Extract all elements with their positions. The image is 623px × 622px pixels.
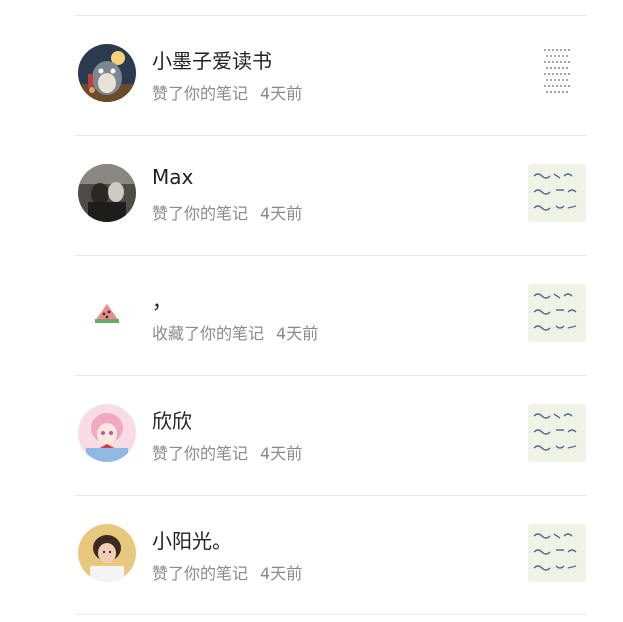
note-thumbnail[interactable]: [528, 404, 586, 462]
divider: [75, 614, 587, 615]
notification-meta: 收藏了你的笔记 4天前: [152, 320, 318, 344]
note-thumbnail[interactable]: [528, 524, 586, 582]
timestamp: 4天前: [260, 84, 303, 103]
notification-row[interactable]: 小墨子爱读书 赞了你的笔记 4天前: [0, 15, 623, 135]
child-photo-avatar-icon[interactable]: [78, 524, 136, 582]
action-text: 收藏了你的笔记: [152, 324, 265, 343]
watermelon-avatar-icon[interactable]: [78, 284, 136, 342]
note-thumbnail[interactable]: [528, 284, 586, 342]
timestamp: 4天前: [260, 564, 303, 583]
note-thumbnail[interactable]: [528, 164, 586, 222]
totoro-avatar-icon[interactable]: [78, 44, 136, 102]
photo-avatar-icon[interactable]: [78, 164, 136, 222]
action-text: 赞了你的笔记: [152, 204, 249, 223]
notification-list: 小墨子爱读书 赞了你的笔记 4天前 Max 赞了你的笔记 4天前 ， 收藏了你的…: [0, 0, 623, 622]
note-thumbnail[interactable]: [528, 44, 586, 102]
action-text: 赞了你的笔记: [152, 564, 249, 583]
user-name[interactable]: 小阳光。: [152, 525, 232, 554]
notification-row[interactable]: 欣欣 赞了你的笔记 4天前: [0, 375, 623, 495]
notification-meta: 赞了你的笔记 4天前: [152, 440, 302, 464]
notification-meta: 赞了你的笔记 4天前: [152, 200, 302, 224]
user-name[interactable]: ，: [152, 285, 172, 314]
notification-meta: 赞了你的笔记 4天前: [152, 560, 302, 584]
notification-row[interactable]: ， 收藏了你的笔记 4天前: [0, 255, 623, 375]
timestamp: 4天前: [260, 444, 303, 463]
action-text: 赞了你的笔记: [152, 444, 249, 463]
user-name[interactable]: 小墨子爱读书: [152, 45, 272, 74]
user-name[interactable]: 欣欣: [152, 405, 192, 434]
anime-girl-avatar-icon[interactable]: [78, 404, 136, 462]
notification-row[interactable]: 小阳光。 赞了你的笔记 4天前: [0, 495, 623, 615]
timestamp: 4天前: [260, 204, 303, 223]
timestamp: 4天前: [276, 324, 319, 343]
action-text: 赞了你的笔记: [152, 84, 249, 103]
user-name[interactable]: Max: [152, 165, 193, 189]
notification-row[interactable]: Max 赞了你的笔记 4天前: [0, 135, 623, 255]
notification-meta: 赞了你的笔记 4天前: [152, 80, 302, 104]
